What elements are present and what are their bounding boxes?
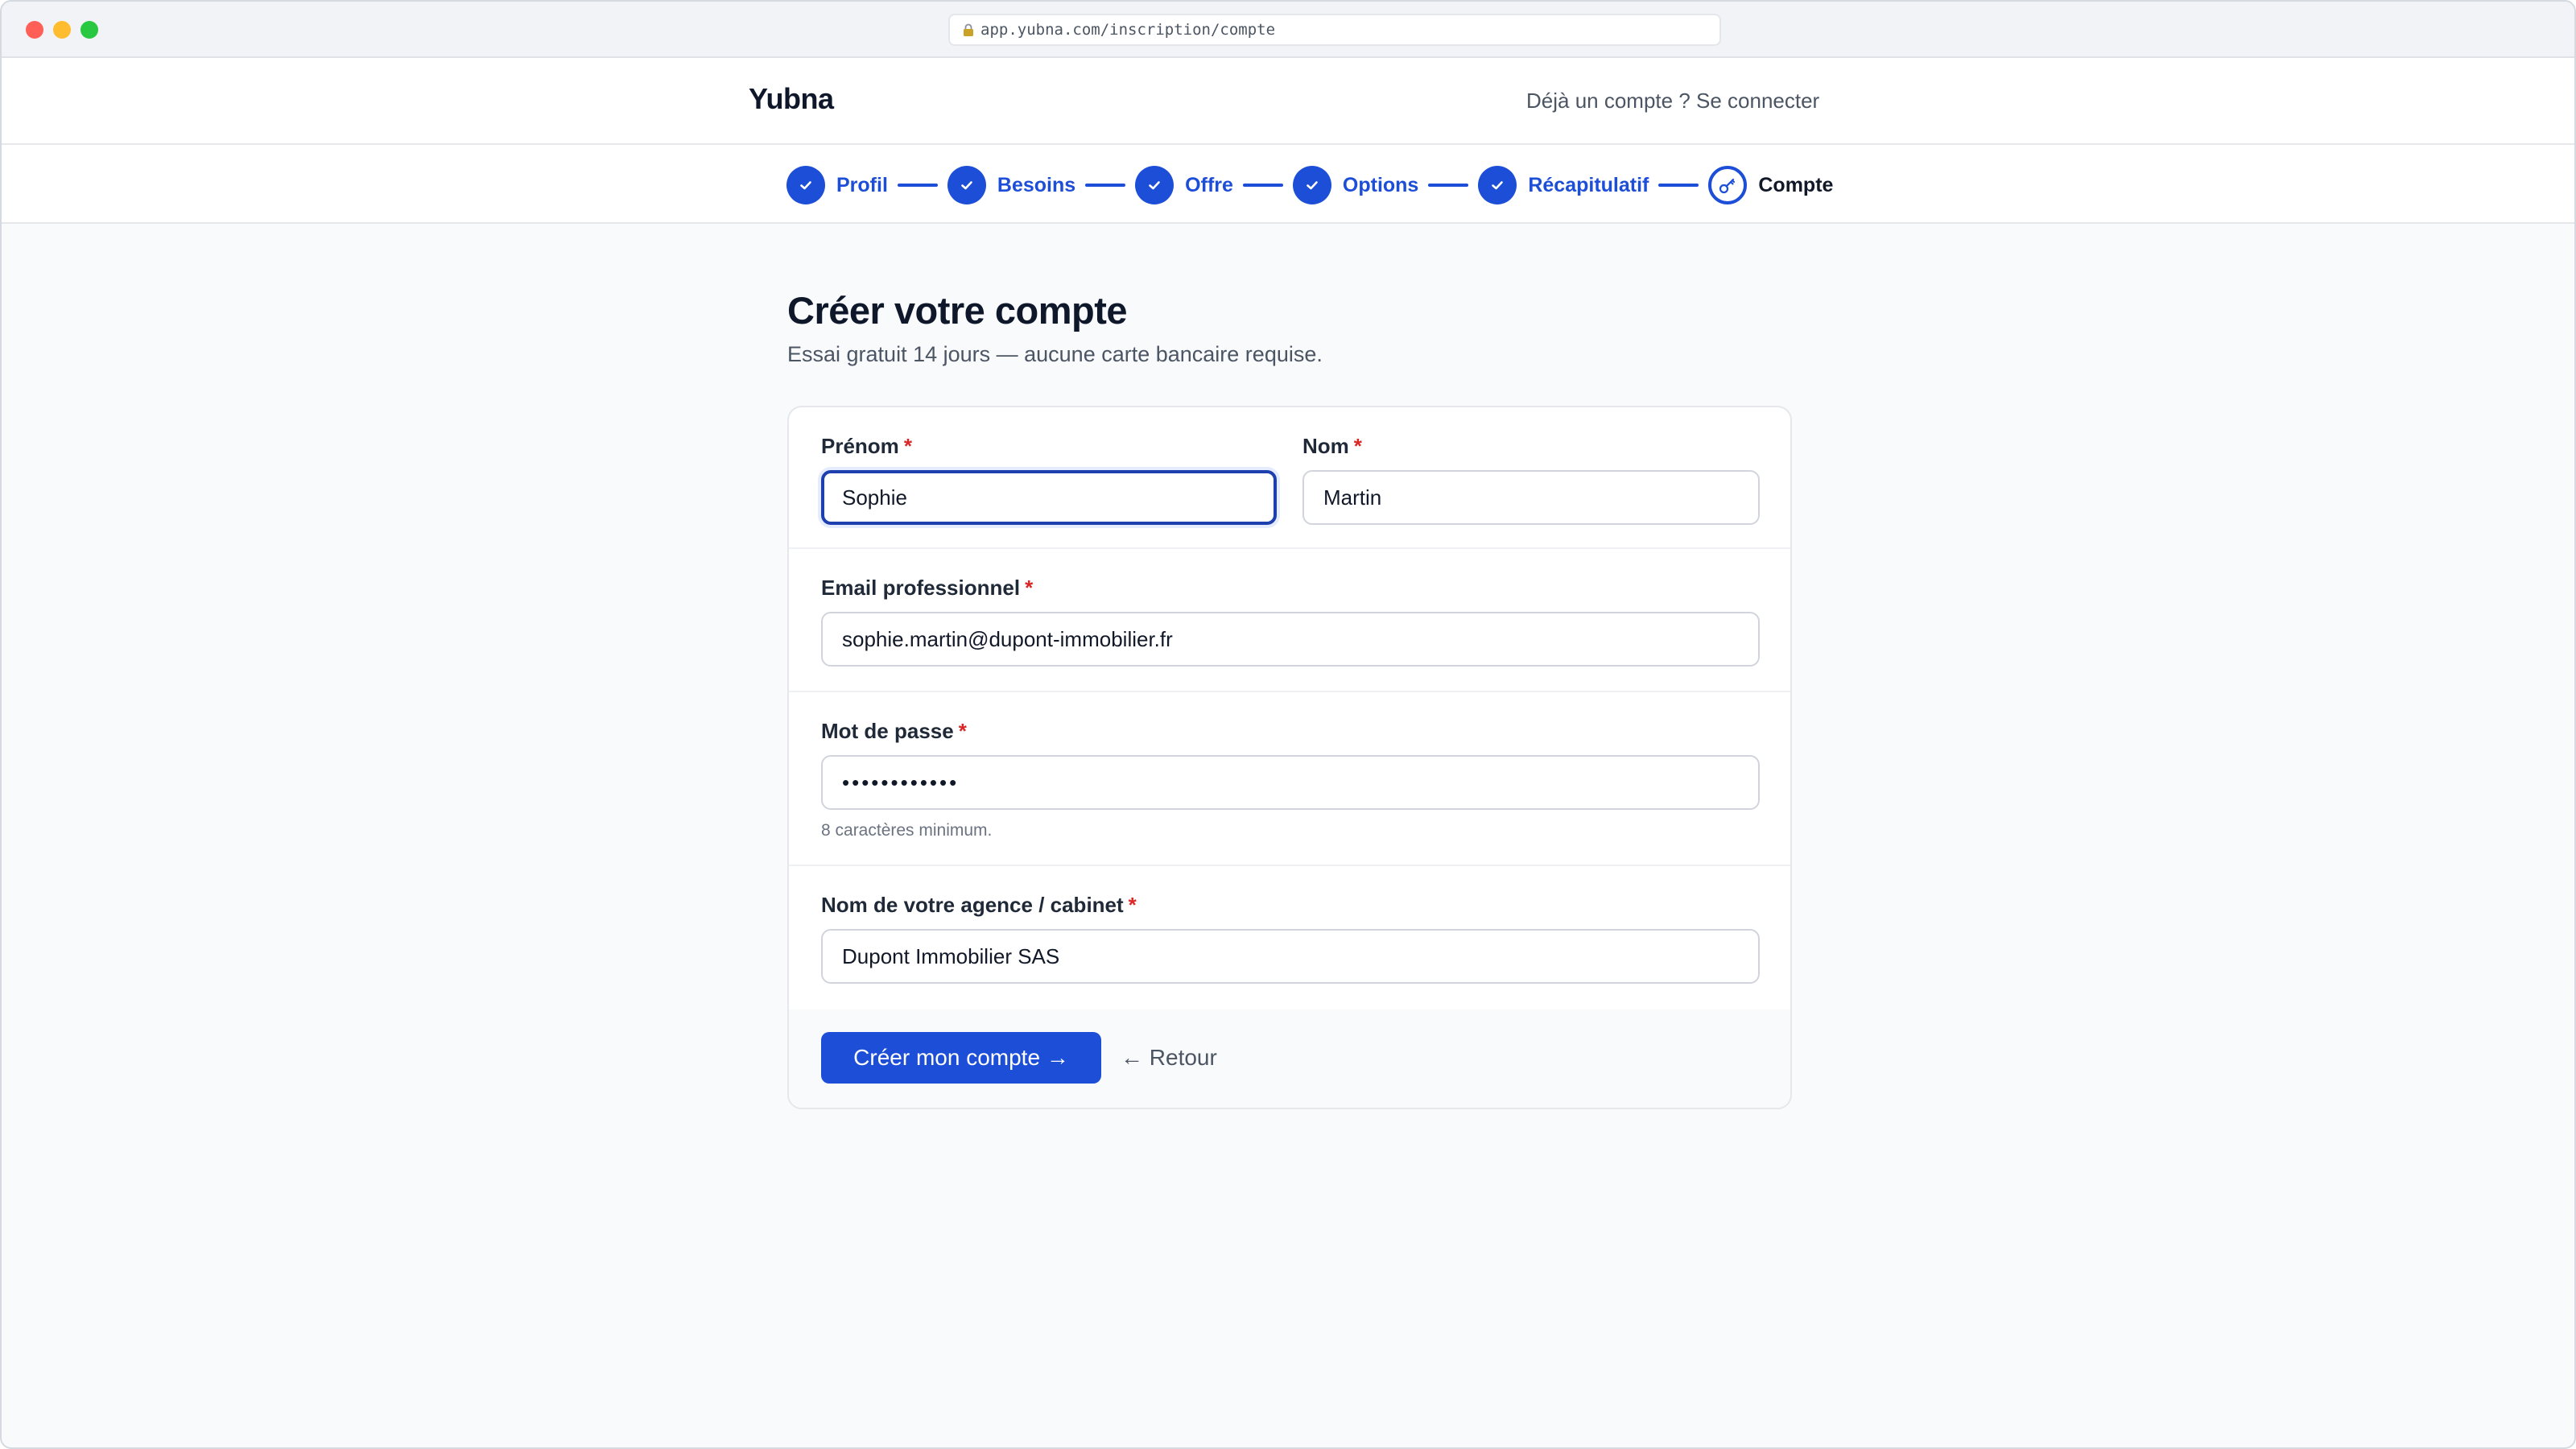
step-label: Besoins: [997, 173, 1076, 196]
password-section: Mot de passe * •••••••••••• 8 caractères …: [789, 692, 1790, 866]
page-subtitle: Essai gratuit 14 jours — aucune carte ba…: [787, 342, 1323, 366]
check-icon: [786, 166, 825, 204]
step-connector: [897, 184, 938, 187]
password-input[interactable]: ••••••••••••: [821, 755, 1760, 810]
last-name-input[interactable]: Martin: [1302, 470, 1760, 525]
signup-stepper: Profil Besoins Offre Options Récapitulat…: [2, 145, 2574, 224]
name-section: Prénom * Sophie Nom * Martin: [789, 407, 1790, 549]
back-link[interactable]: ← Retour: [1121, 1032, 1217, 1084]
browser-window: app.yubna.com/inscription/compte Yubna D…: [0, 0, 2576, 1449]
step-besoins[interactable]: Besoins: [947, 166, 1075, 204]
first-name-input[interactable]: Sophie: [821, 470, 1277, 525]
step-label: Compte: [1758, 173, 1834, 196]
last-name-field: Nom * Martin: [1302, 433, 1760, 525]
email-field: Email professionnel * sophie.martin@dupon…: [821, 575, 1760, 667]
password-hint: 8 caractères minimum.: [821, 821, 993, 840]
step-connector: [1242, 184, 1283, 187]
step-label: Offre: [1185, 173, 1233, 196]
browser-titlebar: app.yubna.com/inscription/compte: [2, 2, 2574, 58]
required-marker: *: [1025, 576, 1034, 600]
agency-input[interactable]: Dupont Immobilier SAS: [821, 929, 1760, 984]
check-icon: [1478, 166, 1517, 204]
form-footer: Créer mon compte → ← Retour: [789, 1009, 1790, 1108]
brand-logo[interactable]: Yubna: [749, 82, 834, 116]
step-label: Profil: [836, 173, 888, 196]
address-bar[interactable]: app.yubna.com/inscription/compte: [948, 14, 1721, 46]
step-offre[interactable]: Offre: [1135, 166, 1233, 204]
page-title: Créer votre compte: [787, 289, 1128, 332]
key-icon: [1708, 166, 1748, 204]
required-marker: *: [1128, 893, 1137, 917]
step-recapitulatif[interactable]: Récapitulatif: [1478, 166, 1649, 204]
step-compte: Compte: [1708, 166, 1833, 204]
email-input[interactable]: sophie.martin@dupont-immobilier.fr: [821, 612, 1760, 667]
step-connector: [1428, 184, 1469, 187]
password-label: Mot de passe *: [821, 719, 967, 743]
login-link[interactable]: Déjà un compte ? Se connecter: [1526, 89, 1819, 114]
step-connector: [1658, 184, 1699, 187]
check-icon: [1292, 166, 1331, 204]
step-profil[interactable]: Profil: [786, 166, 888, 204]
last-name-label: Nom *: [1302, 434, 1362, 458]
step-connector: [1085, 184, 1126, 187]
required-marker: *: [958, 719, 967, 743]
step-label: Options: [1342, 173, 1419, 196]
lock-icon: [963, 23, 974, 36]
agency-field: Nom de votre agence / cabinet * Dupont Im…: [821, 892, 1760, 984]
site-header: Yubna Déjà un compte ? Se connecter: [2, 58, 2574, 145]
create-account-button[interactable]: Créer mon compte →: [821, 1032, 1101, 1084]
check-icon: [947, 166, 986, 204]
email-label: Email professionnel *: [821, 576, 1034, 600]
close-window-button[interactable]: [26, 21, 43, 39]
step-label: Récapitulatif: [1528, 173, 1649, 196]
check-icon: [1135, 166, 1174, 204]
signup-form-card: Prénom * Sophie Nom * Martin Email profess…: [787, 406, 1792, 1109]
minimize-window-button[interactable]: [53, 21, 71, 39]
maximize-window-button[interactable]: [80, 21, 98, 39]
required-marker: *: [903, 434, 912, 458]
required-marker: *: [1353, 434, 1362, 458]
main-content: Créer votre compte Essai gratuit 14 jour…: [787, 288, 1792, 1109]
first-name-label: Prénom *: [821, 434, 912, 458]
password-field: Mot de passe * •••••••••••• 8 caractères …: [821, 718, 1760, 840]
url-text: app.yubna.com/inscription/compte: [980, 21, 1276, 39]
agency-section: Nom de votre agence / cabinet * Dupont Im…: [789, 866, 1790, 1013]
agency-label: Nom de votre agence / cabinet *: [821, 893, 1137, 917]
step-options[interactable]: Options: [1292, 166, 1419, 204]
first-name-field: Prénom * Sophie: [821, 433, 1277, 525]
email-section: Email professionnel * sophie.martin@dupon…: [789, 549, 1790, 692]
